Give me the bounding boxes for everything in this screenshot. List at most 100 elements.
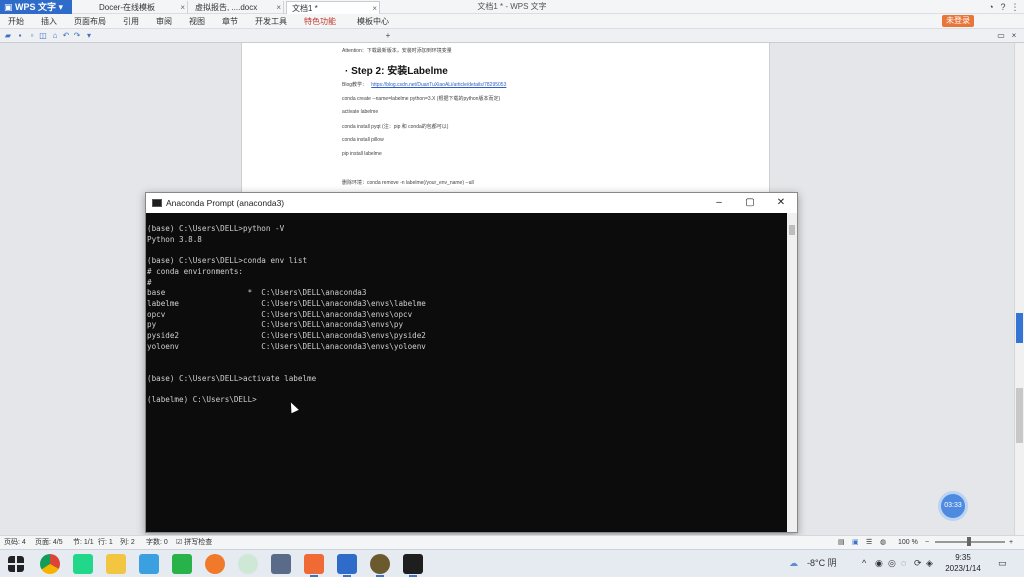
minimize-button[interactable]: – bbox=[704, 193, 734, 213]
tray-network-icon[interactable]: ◎ bbox=[888, 550, 896, 577]
tray-sync-icon[interactable]: ⟳ bbox=[914, 550, 922, 577]
doc-line: activate labelme bbox=[342, 109, 379, 115]
menu-references[interactable]: 引用 bbox=[123, 14, 139, 29]
menu-template-center[interactable]: 模板中心 bbox=[357, 14, 389, 29]
menu-review[interactable]: 审阅 bbox=[156, 14, 172, 29]
console-scrollbar[interactable] bbox=[787, 213, 797, 532]
web-view-icon[interactable]: ◍ bbox=[880, 536, 886, 550]
document-scrollbar[interactable] bbox=[1014, 43, 1024, 535]
console-line: Python 3.8.8 bbox=[147, 234, 202, 244]
floating-timer-badge[interactable]: 03:33 bbox=[941, 494, 965, 518]
tab-label: Docer-在线模板 bbox=[99, 3, 156, 12]
maximize-button[interactable]: ▢ bbox=[735, 193, 765, 213]
remote-desktop-icon[interactable] bbox=[271, 554, 291, 574]
menu-insert[interactable]: 插入 bbox=[41, 14, 57, 29]
file-explorer-icon[interactable] bbox=[106, 554, 126, 574]
zoom-out-icon[interactable]: − bbox=[925, 536, 929, 550]
game-icon[interactable] bbox=[370, 554, 390, 577]
page-view-icon[interactable]: ▣ bbox=[852, 536, 859, 550]
wps-writer-taskbar-icon[interactable] bbox=[337, 554, 357, 577]
zoom-level[interactable]: 100 % bbox=[898, 536, 918, 550]
tray-chevron-icon[interactable]: ^ bbox=[862, 550, 866, 577]
terminal-icon bbox=[152, 199, 162, 207]
status-word-count[interactable]: 字数: 0 bbox=[146, 536, 168, 550]
recorder-icon[interactable] bbox=[304, 554, 324, 577]
console-output[interactable]: (base) C:\Users\DELL>python -V Python 3.8… bbox=[146, 213, 786, 532]
console-line: (base) C:\Users\DELL>python -V bbox=[147, 224, 285, 233]
chat-app-icon[interactable] bbox=[238, 554, 258, 574]
zoom-in-icon[interactable]: + bbox=[1009, 536, 1013, 550]
outline-view-icon[interactable]: ☰ bbox=[866, 536, 872, 550]
snipping-tool-icon[interactable] bbox=[139, 554, 159, 574]
blog-link[interactable]: https://blog.csdn.net/DuanTuXiaoALi/arti… bbox=[371, 82, 506, 88]
document-tab-bar bbox=[0, 29, 1024, 43]
anaconda-prompt-window[interactable]: Anaconda Prompt (anaconda3) – ▢ ✕ (base)… bbox=[145, 192, 798, 533]
volume-icon[interactable]: ◌ bbox=[901, 550, 906, 577]
print-icon[interactable]: ▫ bbox=[27, 31, 37, 41]
weather-icon: ☁ bbox=[789, 558, 798, 568]
zoom-slider-knob[interactable] bbox=[967, 537, 971, 546]
new-tab-icon[interactable]: + bbox=[383, 31, 393, 41]
doc-line: conda install pyqt (注：pip 和 conda的包都可以) bbox=[342, 124, 449, 130]
doc-line: conda install pillow bbox=[342, 137, 384, 143]
step-title: Step 2: 安装Labelme bbox=[351, 66, 448, 77]
menu-layout[interactable]: 页面布局 bbox=[74, 14, 106, 29]
open-folder-icon[interactable]: ▰ bbox=[3, 31, 13, 41]
cmd-title-bar[interactable]: Anaconda Prompt (anaconda3) – ▢ ✕ bbox=[146, 193, 797, 213]
pycharm-icon[interactable] bbox=[73, 554, 93, 574]
close-doc-icon[interactable]: × bbox=[1009, 31, 1019, 41]
restore-view-icon[interactable]: ▭ bbox=[996, 31, 1006, 41]
preview-icon[interactable]: ◫ bbox=[38, 31, 48, 41]
cmd-window-title: Anaconda Prompt (anaconda3) bbox=[166, 198, 285, 208]
save-icon[interactable]: ▪ bbox=[15, 31, 25, 41]
close-button[interactable]: ✕ bbox=[766, 193, 796, 213]
menu-home[interactable]: 开始 bbox=[8, 14, 24, 29]
windows-start-icon[interactable] bbox=[8, 556, 24, 572]
terminal-taskbar-icon[interactable] bbox=[403, 554, 423, 577]
tab-docer-templates[interactable]: Docer-在线模板 × bbox=[94, 1, 188, 14]
document-page[interactable]: Attention：下载最新版本，安装时添加到环境变量 · Step 2: 安装… bbox=[241, 43, 770, 193]
console-line: # bbox=[147, 277, 152, 287]
wechat-icon[interactable] bbox=[172, 554, 192, 574]
doc-line: pip install labelme bbox=[342, 151, 382, 157]
redo-icon[interactable]: ↷ bbox=[72, 31, 82, 41]
spell-check-button[interactable]: ☑ 拼写检查 bbox=[176, 536, 212, 550]
scrollbar-thumb[interactable] bbox=[1016, 388, 1023, 443]
console-line: base * C:\Users\DELL\anaconda3 bbox=[147, 288, 367, 298]
status-pages: 页面: 4/5 bbox=[35, 539, 63, 546]
weather-text[interactable]: -8°C 阴 bbox=[807, 550, 837, 577]
menu-special-features[interactable]: 特色功能 bbox=[304, 14, 336, 29]
system-clock[interactable]: 9:35 2023/1/14 bbox=[940, 552, 986, 574]
tab-document1[interactable]: 文档1 * × bbox=[286, 1, 380, 14]
tab-label: 虚拟报告, ....docx bbox=[195, 3, 258, 12]
quick-access-dropdown-icon[interactable]: ▾ bbox=[84, 31, 94, 41]
undo-icon[interactable]: ↶ bbox=[61, 31, 71, 41]
login-button[interactable]: 未登录 bbox=[942, 15, 974, 27]
more-icon[interactable]: ⋮ bbox=[1008, 0, 1022, 14]
notification-icon[interactable]: ▭ bbox=[998, 550, 1007, 577]
format-painter-icon[interactable]: ⌂ bbox=[50, 31, 60, 41]
doc-line: conda create --name=labelme python=3.X (… bbox=[342, 96, 501, 102]
status-section: 节: 1/1 bbox=[73, 539, 94, 546]
console-scrollbar-thumb[interactable] bbox=[789, 225, 795, 235]
step-heading: · Step 2: 安装Labelme bbox=[345, 66, 448, 77]
tab-report-docx[interactable]: 虚拟报告, ....docx × bbox=[190, 1, 284, 14]
close-icon[interactable]: × bbox=[180, 1, 185, 14]
status-col: 列: 2 bbox=[120, 539, 135, 546]
close-icon[interactable]: × bbox=[276, 1, 281, 14]
menu-view[interactable]: 视图 bbox=[189, 14, 205, 29]
console-line: py C:\Users\DELL\anaconda3\envs\py bbox=[147, 320, 404, 330]
close-icon[interactable]: × bbox=[372, 2, 377, 15]
view-mode-icon[interactable]: ▤ bbox=[838, 536, 845, 550]
console-line: labelme C:\Users\DELL\anaconda3\envs\lab… bbox=[147, 298, 426, 308]
chrome-icon[interactable] bbox=[40, 554, 60, 574]
menu-bar: 开始 插入 页面布局 引用 审阅 视图 章节 开发工具 特色功能 模板中心 bbox=[0, 14, 1024, 29]
tray-misc-icon[interactable]: ◈ bbox=[926, 550, 933, 577]
browser-icon[interactable] bbox=[205, 554, 225, 574]
console-line: (base) C:\Users\DELL>conda env list bbox=[147, 256, 308, 266]
tray-app-icon[interactable]: ◉ bbox=[875, 550, 883, 577]
menu-developer[interactable]: 开发工具 bbox=[255, 14, 287, 29]
menu-chapter[interactable]: 章节 bbox=[222, 14, 238, 29]
